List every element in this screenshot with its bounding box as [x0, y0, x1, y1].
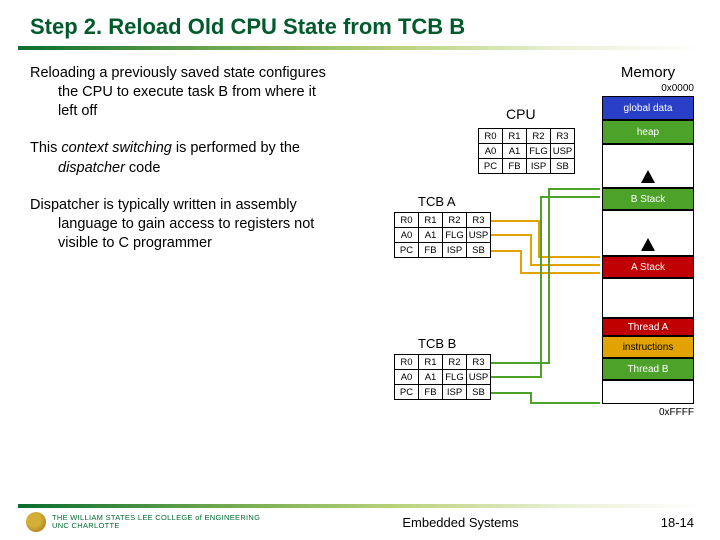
- wire: [520, 250, 522, 272]
- wire: [490, 234, 532, 236]
- seg-gap: [603, 278, 693, 318]
- footer: THE WILLIAM STATES LEE COLLEGE of ENGINE…: [0, 512, 720, 532]
- footer-rule: [18, 504, 702, 508]
- text-column: Reloading a previously saved state confi…: [30, 64, 338, 484]
- seg-thread-b: Thread B: [603, 358, 693, 380]
- logo-line2: UNC CHARLOTTE: [52, 522, 260, 530]
- memory-block: global data heap B Stack A Stack Thread …: [602, 96, 694, 404]
- cpu-registers: R0R1R2R3 A0A1FLGUSP PCFBISPSB: [478, 128, 575, 174]
- memory-title: Memory: [602, 64, 694, 81]
- tcbb-registers: R0R1R2R3 A0A1FLGUSP PCFBISPSB: [394, 354, 491, 400]
- footer-page: 18-14: [661, 515, 694, 530]
- para-3: Dispatcher is typically written in assem…: [30, 196, 338, 253]
- seg-global-data: global data: [603, 96, 693, 120]
- wire: [490, 220, 540, 222]
- wire: [530, 392, 532, 402]
- para-1: Reloading a previously saved state confi…: [30, 64, 338, 121]
- memory-column: Memory 0x0000 global data heap B Stack A…: [602, 64, 694, 418]
- tcbb-label: TCB B: [418, 336, 456, 351]
- cpu-label: CPU: [506, 106, 536, 122]
- wire: [540, 196, 600, 198]
- wire: [548, 188, 550, 364]
- logo-mark-icon: [26, 512, 46, 532]
- seg-gap: [603, 144, 693, 188]
- memory-addr-top: 0x0000: [602, 83, 694, 94]
- wire: [530, 234, 532, 264]
- wire: [530, 402, 600, 404]
- arrow-up-icon: [641, 238, 655, 251]
- para-2: This context switching is performed by t…: [30, 139, 338, 177]
- tcba-registers: R0R1R2R3 A0A1FLGUSP PCFBISPSB: [394, 212, 491, 258]
- seg-gap: [603, 380, 693, 404]
- footer-center: Embedded Systems: [402, 515, 518, 530]
- wire: [520, 272, 600, 274]
- seg-instructions: instructions: [603, 336, 693, 358]
- footer-logo: THE WILLIAM STATES LEE COLLEGE of ENGINE…: [26, 512, 260, 532]
- seg-b-stack: B Stack: [603, 188, 693, 210]
- seg-gap: [603, 210, 693, 256]
- slide-title: Step 2. Reload Old CPU State from TCB B: [0, 0, 720, 44]
- seg-heap: heap: [603, 120, 693, 144]
- wire: [548, 188, 600, 190]
- arrow-up-icon: [641, 170, 655, 183]
- wire: [490, 376, 542, 378]
- wire: [490, 392, 532, 394]
- memory-addr-bot: 0xFFFF: [602, 407, 694, 418]
- diagram-area: CPU R0R1R2R3 A0A1FLGUSP PCFBISPSB TCB A …: [348, 64, 702, 484]
- seg-a-stack: A Stack: [603, 256, 693, 278]
- wire: [490, 250, 522, 252]
- wire: [540, 196, 542, 378]
- tcba-label: TCB A: [418, 194, 456, 209]
- content-area: Reloading a previously saved state confi…: [0, 50, 720, 484]
- seg-thread-a: Thread A: [603, 318, 693, 336]
